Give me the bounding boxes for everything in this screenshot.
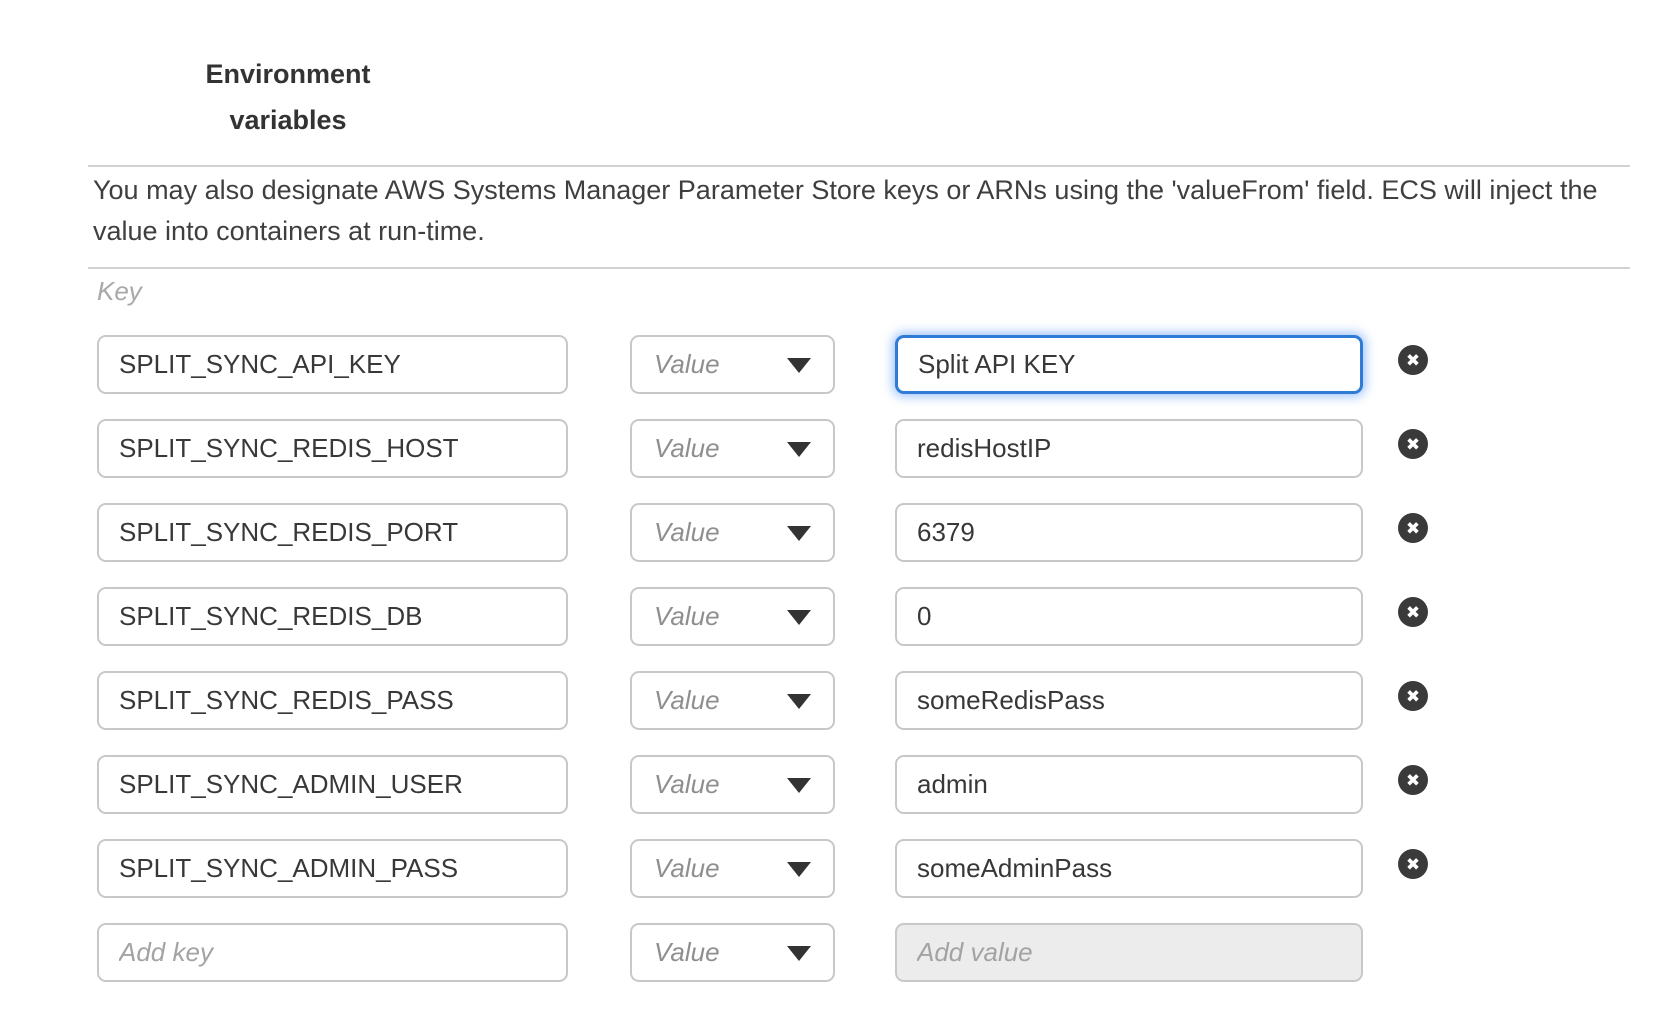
env-value-input[interactable] — [895, 839, 1363, 898]
env-key-input[interactable] — [97, 419, 568, 478]
env-key-input[interactable] — [97, 839, 568, 898]
env-var-row: Value ✖ — [0, 335, 1678, 394]
add-env-var-row: Value — [0, 923, 1678, 982]
env-key-input[interactable] — [97, 671, 568, 730]
value-type-label: Value — [654, 769, 720, 800]
caret-down-icon — [787, 946, 811, 961]
caret-down-icon — [787, 610, 811, 625]
env-value-input[interactable] — [895, 671, 1363, 730]
add-value-input[interactable] — [895, 923, 1363, 982]
caret-down-icon — [787, 526, 811, 541]
env-key-input[interactable] — [97, 755, 568, 814]
value-type-select[interactable]: Value — [630, 923, 835, 982]
value-type-select[interactable]: Value — [630, 671, 835, 730]
value-type-select[interactable]: Value — [630, 755, 835, 814]
env-value-input[interactable] — [895, 587, 1363, 646]
env-var-row: Value ✖ — [0, 755, 1678, 814]
caret-down-icon — [787, 694, 811, 709]
env-var-row: Value ✖ — [0, 839, 1678, 898]
env-var-row: Value ✖ — [0, 419, 1678, 478]
divider-top — [88, 165, 1630, 167]
x-circle-icon: ✖ — [1406, 436, 1420, 453]
env-var-row: Value ✖ — [0, 671, 1678, 730]
env-vars-description: You may also designate AWS Systems Manag… — [93, 170, 1628, 252]
x-circle-icon: ✖ — [1406, 604, 1420, 621]
env-key-input[interactable] — [97, 587, 568, 646]
env-var-row: Value ✖ — [0, 503, 1678, 562]
value-type-select[interactable]: Value — [630, 419, 835, 478]
value-type-label: Value — [654, 517, 720, 548]
value-type-select[interactable]: Value — [630, 335, 835, 394]
environment-variables-label: Environment variables — [193, 51, 383, 143]
value-type-label: Value — [654, 937, 720, 968]
env-key-input[interactable] — [97, 503, 568, 562]
remove-env-var-button[interactable]: ✖ — [1398, 597, 1428, 627]
x-circle-icon: ✖ — [1406, 688, 1420, 705]
value-type-label: Value — [654, 685, 720, 716]
value-type-label: Value — [654, 601, 720, 632]
key-column-label: Key — [97, 276, 142, 307]
x-circle-icon: ✖ — [1406, 856, 1420, 873]
value-type-label: Value — [654, 853, 720, 884]
value-type-select[interactable]: Value — [630, 839, 835, 898]
value-type-select[interactable]: Value — [630, 503, 835, 562]
caret-down-icon — [787, 358, 811, 373]
caret-down-icon — [787, 442, 811, 457]
remove-env-var-button[interactable]: ✖ — [1398, 513, 1428, 543]
env-value-input[interactable] — [895, 335, 1363, 394]
env-var-row: Value ✖ — [0, 587, 1678, 646]
x-circle-icon: ✖ — [1406, 520, 1420, 537]
value-type-label: Value — [654, 349, 720, 380]
env-value-input[interactable] — [895, 419, 1363, 478]
remove-env-var-button[interactable]: ✖ — [1398, 681, 1428, 711]
add-key-input[interactable] — [97, 923, 568, 982]
remove-env-var-button[interactable]: ✖ — [1398, 345, 1428, 375]
caret-down-icon — [787, 862, 811, 877]
value-type-select[interactable]: Value — [630, 587, 835, 646]
remove-env-var-button[interactable]: ✖ — [1398, 849, 1428, 879]
remove-env-var-button[interactable]: ✖ — [1398, 765, 1428, 795]
x-circle-icon: ✖ — [1406, 352, 1420, 369]
env-key-input[interactable] — [97, 335, 568, 394]
caret-down-icon — [787, 778, 811, 793]
value-type-label: Value — [654, 433, 720, 464]
env-value-input[interactable] — [895, 503, 1363, 562]
remove-env-var-button[interactable]: ✖ — [1398, 429, 1428, 459]
divider-bottom — [88, 267, 1630, 269]
env-value-input[interactable] — [895, 755, 1363, 814]
x-circle-icon: ✖ — [1406, 772, 1420, 789]
